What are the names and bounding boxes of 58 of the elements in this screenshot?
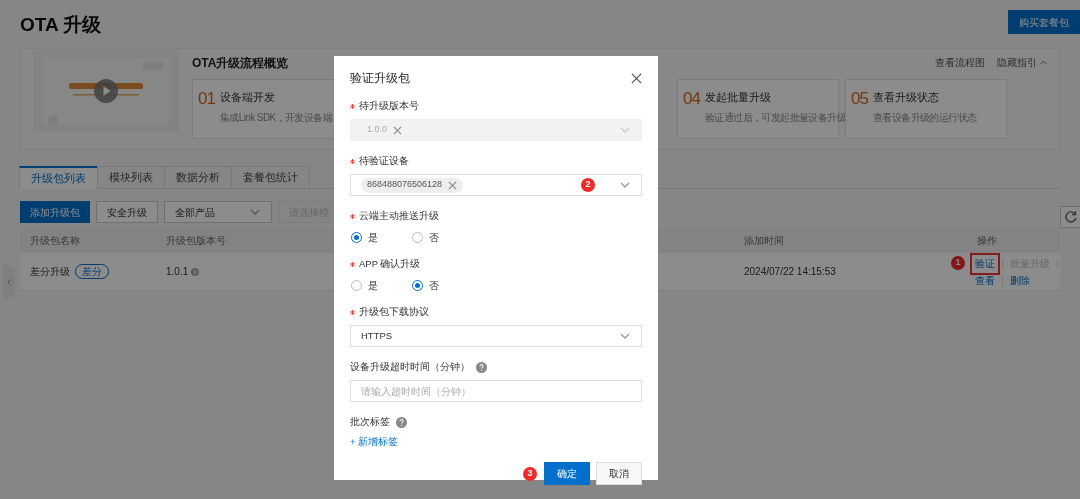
tab[interactable]: 模块列表	[97, 166, 165, 189]
tab[interactable]: 套餐包统计	[231, 166, 310, 189]
package-name: 差分升级	[30, 265, 70, 279]
info-icon	[191, 267, 200, 276]
secure-upgrade-button[interactable]: 安全升级	[96, 201, 158, 223]
select-field[interactable]: HTTPS	[350, 325, 642, 347]
select-value: HTTPS	[361, 328, 393, 343]
field-label: 设备升级超时时间（分钟）	[350, 359, 470, 374]
buy-button[interactable]: 购买套餐包	[1008, 10, 1080, 34]
play-icon[interactable]	[94, 79, 118, 103]
add-tag-link[interactable]: + 新增标签	[350, 435, 399, 450]
add-package-button[interactable]: 添加升级包	[20, 201, 90, 223]
version-text: 1.0.1	[166, 265, 189, 279]
radio-option[interactable]: 否	[412, 277, 439, 293]
dialog-title: 验证升级包	[350, 70, 410, 87]
action-link[interactable]: 查看	[972, 274, 998, 288]
guide-title: OTA升级流程概览	[192, 55, 289, 72]
radio-option[interactable]: 否	[412, 229, 439, 245]
field-label: 升级包下载协议	[359, 304, 429, 319]
select-field[interactable]: 868488076506128 2	[350, 174, 642, 196]
field-label: 待验证设备	[359, 153, 409, 168]
column-header: 添加时间	[744, 234, 784, 248]
selected-tag[interactable]: 868488076506128	[361, 177, 464, 193]
step-number: 04	[683, 88, 700, 110]
cancel-button[interactable]: 取消	[596, 462, 642, 486]
guide-link[interactable]: 查看流程图	[935, 55, 985, 70]
step-marker: 1	[951, 256, 965, 270]
step-marker: 3	[523, 466, 537, 481]
refresh-button[interactable]	[1060, 206, 1080, 228]
field-label: 待升级版本号	[359, 98, 419, 113]
radio-option[interactable]: 是	[351, 229, 378, 245]
added-time: 2024/07/22 14:15:53	[744, 265, 837, 279]
help-icon[interactable]	[476, 361, 487, 373]
field-label: APP 确认升级	[359, 256, 421, 271]
help-icon[interactable]	[396, 416, 407, 428]
tab[interactable]: 升级包列表	[19, 166, 98, 189]
step-title: 设备端开发	[219, 90, 275, 105]
step-marker: 2	[581, 178, 595, 192]
remove-icon[interactable]	[448, 180, 458, 190]
column-header: 操作	[977, 234, 997, 248]
product-select[interactable]: 全部产品	[164, 201, 272, 223]
caret-icon	[1040, 59, 1047, 66]
action-link[interactable]: 验证	[972, 255, 998, 273]
column-header: 升级包版本号	[166, 234, 226, 248]
collapse-handle[interactable]	[3, 264, 15, 300]
column-header: 升级包名称	[30, 234, 80, 248]
step-title: 查看升级状态	[872, 90, 939, 105]
timeout-input[interactable]: 请输入超时时间（分钟）	[350, 380, 642, 402]
confirm-button[interactable]: 确定	[544, 462, 590, 486]
radio-option[interactable]: 是	[351, 277, 378, 293]
step-title: 发起批量升级	[704, 90, 771, 105]
step-number: 05	[851, 88, 868, 110]
page-title: OTA 升级	[20, 13, 102, 37]
action-link[interactable]: 删除	[1007, 274, 1033, 288]
field-label: 批次标签	[350, 414, 390, 429]
step-number: 01	[198, 88, 215, 110]
guide-link[interactable]: 隐藏指引	[997, 55, 1047, 70]
close-icon[interactable]	[631, 72, 642, 84]
